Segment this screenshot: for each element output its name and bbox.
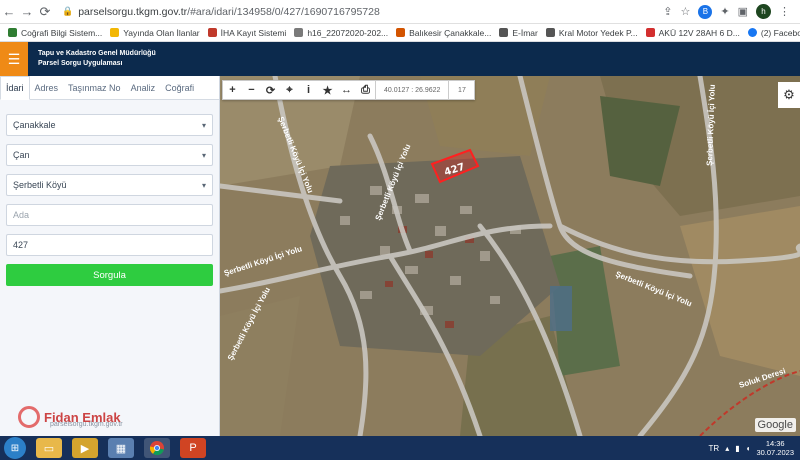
info-icon[interactable]: i [299,84,318,96]
coordinate-readout: 40.0127 : 26.9622 [375,80,448,100]
satellite-map[interactable]: 427 Şerbetli Köyü İçi Yolu Şerbetli Köyü… [220,76,800,436]
bookmark-item[interactable]: h16_22072020-202... [294,28,388,38]
chevron-down-icon: ▾ [201,180,206,190]
bookmark-favicon [396,28,406,37]
bookmark-item[interactable]: Yayında Olan İlanlar [110,28,200,38]
gear-icon[interactable]: ⚙ [778,82,800,108]
url-domain: parselsorgu.tkgm.gov.tr [78,5,188,18]
search-panel: İdari Adres Taşınmaz No Analiz Coğrafi Ç… [0,76,220,436]
bookmark-favicon [207,28,217,37]
bookmark-item[interactable]: (2) Facebook [747,28,800,38]
bookmark-favicon [545,28,555,37]
bookmark-item[interactable]: İHA Kayıt Sistemi [207,28,286,38]
extension-icon[interactable]: B [698,4,713,19]
measure-icon[interactable]: ↔ [337,84,356,96]
mahalle-select[interactable]: Şerbetli Köyü ▾ [6,174,213,196]
tab-analiz[interactable]: Analiz [126,76,161,99]
bookmark-favicon [110,28,120,37]
bookmark-item[interactable]: Balıkesir Çanakkale... [396,28,491,38]
print-icon[interactable]: ⎙ [356,84,375,97]
ada-input[interactable]: Ada [6,204,213,226]
profile-avatar[interactable]: h [756,4,771,19]
locate-icon[interactable]: ⌖ [280,84,299,97]
tab-idari[interactable]: İdari [0,76,30,100]
bookmark-item[interactable]: AKÜ 12V 28AH 6 D... [645,28,740,38]
browser-toolbar: ← → ⟳ 🔒 parselsorgu.tkgm.gov.tr /#ara/id… [0,0,800,24]
powerpoint-taskbar-icon[interactable]: P [180,438,206,458]
network-icon[interactable]: ▮ [735,444,739,453]
watermark-logo-icon [18,406,40,428]
lock-icon: 🔒 [62,6,74,16]
photos-taskbar-icon[interactable]: ▦ [108,438,134,458]
search-tabs: İdari Adres Taşınmaz No Analiz Coğrafi [0,76,219,100]
bookmark-item[interactable]: E-İmar [499,28,538,38]
share-icon[interactable]: ⇪ [663,5,672,18]
language-indicator[interactable]: TR [709,444,720,453]
tab-adres[interactable]: Adres [30,76,64,99]
bookmark-favicon [645,28,655,37]
volume-icon[interactable]: ◖ [746,444,751,453]
media-taskbar-icon[interactable]: ▶ [72,438,98,458]
zoom-level: 17 [448,80,474,100]
app-header: ☰ Tapu ve Kadastro Genel Müdürlüğü Parse… [0,42,800,76]
hamburger-menu-icon[interactable]: ☰ [0,42,28,76]
refresh-icon[interactable]: ⟳ [261,84,280,97]
windows-taskbar: ⊞ ▭ ▶ ▦ P TR ▴ ▮ ◖ 14:36 30.07.2023 [0,436,800,460]
system-tray: TR ▴ ▮ ◖ 14:36 30.07.2023 [709,439,800,457]
facebook-icon [747,28,757,37]
bookmark-star-icon[interactable]: ☆ [681,5,691,18]
explorer-taskbar-icon[interactable]: ▭ [36,438,62,458]
tab-tasinmaz-no[interactable]: Taşınmaz No [63,76,126,99]
il-select[interactable]: Çanakkale ▾ [6,114,213,136]
bookmark-item[interactable]: Coğrafi Bilgi Sistem... [8,28,102,38]
reload-icon[interactable]: ⟳ [36,4,54,20]
sidepanel-icon[interactable]: ▣ [738,5,748,18]
map-toolbar: + − ⟳ ⌖ i ★ ↔ ⎙ 40.0127 : 26.9622 17 [222,80,476,100]
zoom-in-icon[interactable]: + [223,84,242,96]
bookmark-item[interactable]: Kral Motor Yedek P... [545,28,638,38]
chrome-icon [149,441,164,456]
star-icon[interactable]: ★ [318,84,337,97]
ilce-select[interactable]: Çan ▾ [6,144,213,166]
map-imagery: 427 Şerbetli Köyü İçi Yolu Şerbetli Köyü… [220,76,800,436]
bookmarks-bar: Coğrafi Bilgi Sistem... Yayında Olan İla… [0,24,800,42]
chrome-taskbar-icon[interactable] [144,438,170,458]
watermark: Fidan Emlak [18,406,121,428]
address-bar[interactable]: 🔒 parselsorgu.tkgm.gov.tr /#ara/idari/13… [62,6,663,18]
chevron-down-icon: ▾ [201,150,206,160]
search-form: Çanakkale ▾ Çan ▾ Şerbetli Köyü ▾ Ada 42… [0,100,219,286]
back-icon[interactable]: ← [0,4,18,19]
sorgula-button[interactable]: Sorgula [6,264,213,286]
google-attribution: Google [754,418,796,432]
parsel-input[interactable]: 427 [6,234,213,256]
bookmark-favicon [499,28,509,37]
url-path: /#ara/idari/134958/0/427/1690716795728 [187,5,380,18]
more-menu-icon[interactable]: ⋮ [779,5,790,18]
forward-icon[interactable]: → [18,4,36,19]
tab-cografi[interactable]: Coğrafi [160,76,199,99]
extensions-puzzle-icon[interactable]: ✦ [720,5,729,18]
clock[interactable]: 14:36 30.07.2023 [756,439,794,457]
start-button-icon[interactable]: ⊞ [4,437,26,459]
bookmark-favicon [294,28,304,37]
zoom-out-icon[interactable]: − [242,84,261,96]
tray-arrow-icon[interactable]: ▴ [725,444,729,453]
bookmark-favicon [8,28,17,37]
app-title: Tapu ve Kadastro Genel Müdürlüğü Parsel … [38,50,156,67]
chevron-down-icon: ▾ [201,120,206,130]
